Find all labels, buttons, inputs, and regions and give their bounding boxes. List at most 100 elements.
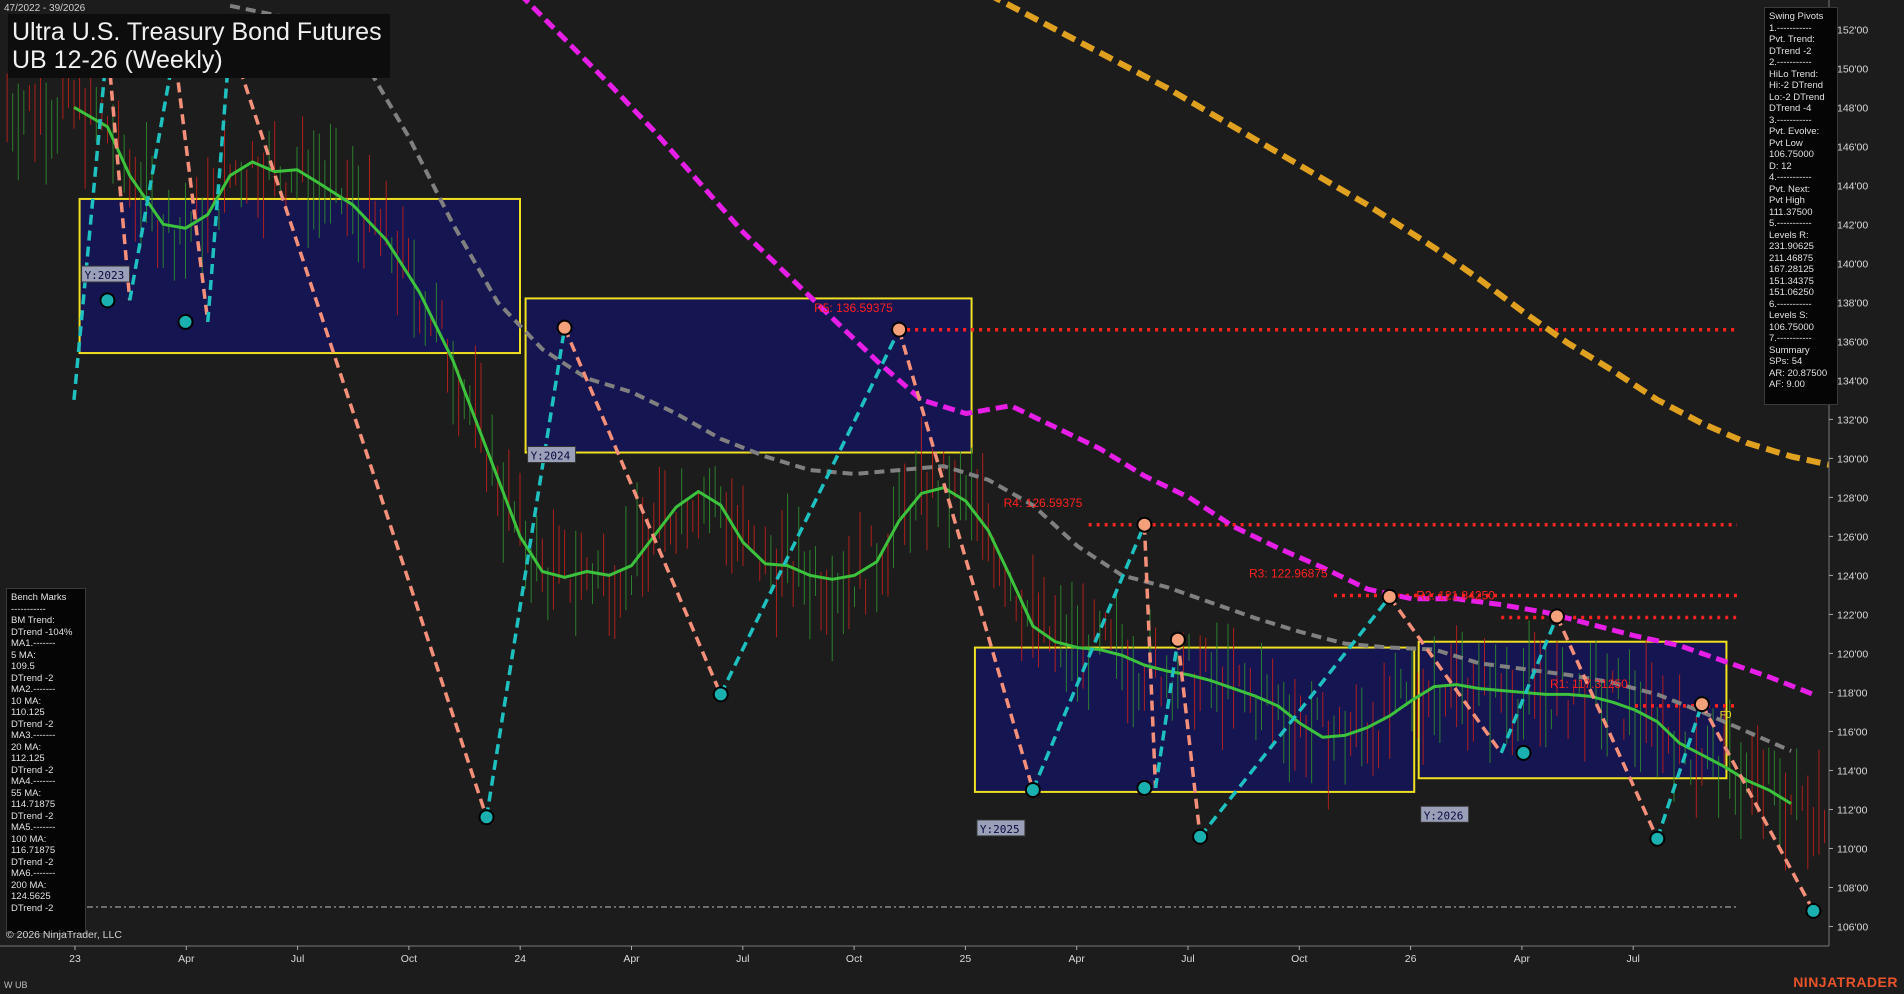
x-tick-label: Oct [1291,953,1307,965]
y-tick-label: 150'00 [1837,63,1868,75]
bench-panel-line: DTrend -104% [11,626,73,638]
y-tick-label: 136'00 [1837,336,1868,348]
swing-panel-line: 1.----------- [1769,22,1812,34]
swing-panel-line: 106.75000 [1769,321,1814,333]
bench-panel-line: MA3.------- [11,730,56,741]
chart-background [0,0,1904,994]
x-tick-label: Jul [1626,953,1639,965]
swing-panel-line: AR: 20.87500 [1769,367,1828,379]
y-tick-label: 116'00 [1837,726,1868,738]
price-chart[interactable]: R5: 136.59375 R4: 126.59375 R3: 122.96875 R… [0,0,1904,994]
swing-panel-line: Summary [1769,344,1810,356]
y-tick-label: 152'00 [1837,24,1868,36]
y-tick-label: 126'00 [1837,531,1868,543]
date-range-label: 47/2022 - 39/2026 [4,3,86,14]
x-tick-label: Jul [736,953,749,965]
swing-panel-line: Pvt. Trend: [1769,34,1815,45]
year-label: Y:2026 [1424,809,1464,822]
swing-panel-line: 3.----------- [1769,114,1812,126]
resistance-label: R5: 136.59375 [814,301,893,315]
y-tick-label: 130'00 [1837,453,1868,465]
y-tick-label: 144'00 [1837,180,1868,192]
resistance-label: R1: 117.31250 [1550,677,1628,691]
pivot-high-marker [1381,588,1398,605]
pivot-low-marker [1805,902,1822,919]
swing-panel-line: Levels R: [1769,229,1809,241]
bench-panel-line: 112.125 [11,753,45,764]
swing-panel-line: 106.75000 [1769,149,1814,160]
swing-panel-line: 231.90625 [1769,241,1814,252]
y-tick-label: 118'00 [1837,687,1868,699]
year-label: Y:2024 [531,450,571,463]
y-tick-label: 124'00 [1837,570,1868,582]
x-tick-label: 26 [1405,953,1417,965]
x-tick-label: 25 [960,953,972,965]
swing-panel-line: Hi:-2 DTrend [1769,80,1824,91]
bench-panel-line: BM Trend: [11,615,55,626]
pivot-low-marker [1649,830,1666,847]
bench-panel-line: 100 MA: [11,833,47,845]
y-tick-label: 110'00 [1837,843,1868,855]
pivot-low-marker [99,292,116,309]
pivot-low-marker [1515,744,1532,761]
bench-panel-line: DTrend -2 [11,810,54,822]
f0-label: F0 [1720,710,1732,721]
pivot-high-marker [1169,631,1186,648]
swing-panel-line: 4.----------- [1769,172,1812,183]
bench-panel-line: MA2.------- [11,684,56,695]
resistance-label: R3: 122.96875 [1249,567,1328,581]
instrument-title: Ultra U.S. Treasury Bond Futures [12,18,382,46]
swing-panel-line: 167.28125 [1769,264,1814,275]
bench-panel-line: MA4.------- [11,776,56,787]
y-tick-label: 138'00 [1837,297,1868,309]
swing-panel-line: 6.----------- [1769,298,1812,310]
x-tick-label: Apr [1514,953,1531,965]
swing-panel-line: D: 12 [1769,160,1792,172]
swing-panel-line: Swing Pivots [1769,11,1824,22]
x-tick-label: Oct [846,953,862,965]
pivot-high-marker [1693,696,1710,713]
y-tick-label: 140'00 [1837,258,1868,270]
bench-panel-line: MA6.------- [11,868,56,879]
chart-title: Ultra U.S. Treasury Bond Futures UB 12-2… [8,14,390,78]
swing-panel-line: DTrend -2 [1769,45,1812,57]
swing-panel-line: Pvt High [1769,195,1805,206]
year-label: Y:2025 [980,823,1020,836]
swing-panel-line: Pvt. Next: [1769,183,1811,195]
swing-panel-line: 151.34375 [1769,275,1814,287]
swing-panel-line: 2.----------- [1769,57,1812,68]
swing-panel-line: DTrend -4 [1769,103,1812,114]
x-tick-label: Jul [1181,953,1194,965]
year-box [1417,640,1728,780]
bench-panel-line: DTrend -2 [11,764,54,776]
bench-panel-line: 55 MA: [11,787,42,799]
swing-panel-line: 7.----------- [1769,333,1812,344]
instrument-label: W UB [4,980,28,990]
y-tick-label: 134'00 [1837,375,1868,387]
pivot-low-marker [712,686,729,703]
bench-panel-line: 116.71875 [11,845,56,856]
swing-panel-line: Pvt Low [1769,137,1803,149]
bench-panel-line: DTrend -2 [11,672,54,684]
swing-pivots-panel: Swing Pivots 1.----------- Pvt. Trend: DTre… [1764,7,1838,405]
year-box [78,197,521,355]
pivot-high-marker [556,319,573,336]
y-tick-label: 148'00 [1837,102,1868,114]
y-tick-label: 106'00 [1837,921,1868,933]
pivot-low-marker [177,313,194,330]
y-tick-label: 128'00 [1837,492,1868,504]
y-tick-label: 132'00 [1837,414,1868,426]
y-tick-label: 112'00 [1837,804,1868,816]
x-tick-label: Apr [178,953,195,965]
pivot-low-marker [1192,828,1209,845]
pivot-high-marker [1548,608,1565,625]
copyright-text: © 2026 NinjaTrader, LLC [6,929,122,941]
y-tick-label: 108'00 [1837,882,1868,894]
x-tick-label: Apr [1069,953,1086,965]
year-box [524,297,973,454]
swing-panel-line: SPs: 54 [1769,356,1803,367]
pivot-low-marker [1024,781,1041,798]
y-tick-label: 142'00 [1837,219,1868,231]
swing-panel-line: Levels S: [1769,310,1809,321]
bench-panel-line: 200 MA: [11,879,47,891]
